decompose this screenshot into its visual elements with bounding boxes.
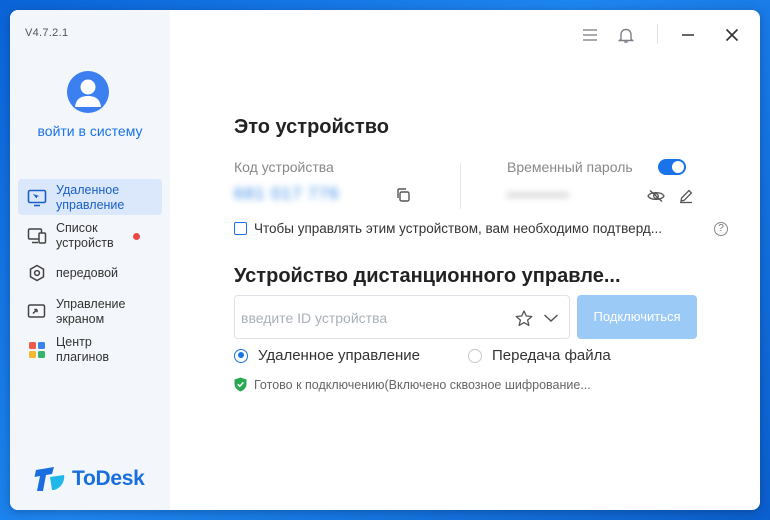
sidebar: V4.7.2.1 войти в систему Удаленное управ… xyxy=(10,10,170,510)
radio-label: Удаленное управление xyxy=(258,347,420,364)
login-link[interactable]: войти в систему xyxy=(10,123,170,139)
brand-name: ToDesk xyxy=(72,467,145,490)
temp-password-label: Временный пароль xyxy=(507,159,633,175)
menu-icon[interactable] xyxy=(580,25,600,45)
topbar-divider xyxy=(657,24,658,44)
remote-desktop-icon xyxy=(26,187,48,209)
star-icon[interactable] xyxy=(515,309,533,327)
sidebar-item-plugin-center[interactable]: Центр плагинов xyxy=(18,331,162,367)
todesk-logo: ToDesk xyxy=(34,466,145,492)
device-list-icon xyxy=(26,225,48,247)
sidebar-item-device-list[interactable]: Список устройств xyxy=(18,217,162,253)
sidebar-item-label: Удаленное управление xyxy=(56,183,125,212)
screen-control-icon xyxy=(26,301,48,323)
copy-icon[interactable] xyxy=(394,186,412,204)
minimize-icon[interactable] xyxy=(678,25,698,45)
this-device-title: Это устройство xyxy=(234,116,389,138)
sidebar-item-label: передовой xyxy=(56,265,119,280)
mode-option-remote-control[interactable]: Удаленное управление xyxy=(234,347,420,364)
eye-slash-icon[interactable] xyxy=(647,187,665,205)
sidebar-item-label: Управление экраном xyxy=(56,297,126,326)
connection-status: Готово к подключению(Включено сквозное ш… xyxy=(234,377,591,392)
notification-dot xyxy=(133,233,140,240)
radio-file-transfer[interactable] xyxy=(468,348,482,363)
confirm-checkbox[interactable] xyxy=(234,222,247,235)
version-label: V4.7.2.1 xyxy=(25,27,69,39)
device-code-label: Код устройства xyxy=(234,159,334,175)
confirm-checkbox-label: Чтобы управлять этим устройством, вам не… xyxy=(254,221,663,236)
close-icon[interactable] xyxy=(722,25,742,45)
confirm-row: Чтобы управлять этим устройством, вам не… xyxy=(234,221,704,236)
device-code-value: 681 017 776 xyxy=(234,184,340,203)
section-divider xyxy=(460,163,461,209)
radio-label: Передача файла xyxy=(492,347,611,364)
plugin-grid-icon xyxy=(26,339,48,361)
sidebar-item-remote-control[interactable]: Удаленное управление xyxy=(18,179,162,215)
avatar[interactable] xyxy=(67,71,109,113)
remote-device-title: Устройство дистанционного управле... xyxy=(234,265,621,287)
help-icon[interactable]: ? xyxy=(714,222,728,236)
todesk-logo-icon xyxy=(34,467,65,491)
sidebar-item-advanced[interactable]: передовой xyxy=(18,255,162,291)
radio-remote-control[interactable] xyxy=(234,348,248,363)
sidebar-item-screen-control[interactable]: Управление экраном xyxy=(18,293,162,329)
shield-check-icon xyxy=(234,377,247,392)
temp-password-value: •••••••••• xyxy=(507,187,570,204)
connect-button[interactable]: Подключиться xyxy=(577,295,697,339)
temp-password-toggle[interactable] xyxy=(658,159,686,175)
device-id-input[interactable] xyxy=(241,306,501,330)
device-id-field xyxy=(234,295,570,339)
edit-pencil-icon[interactable] xyxy=(677,187,695,205)
bell-icon[interactable] xyxy=(616,25,636,45)
chevron-down-icon[interactable] xyxy=(542,309,560,327)
app-window: V4.7.2.1 войти в систему Удаленное управ… xyxy=(10,10,760,510)
status-text: Готово к подключению(Включено сквозное ш… xyxy=(254,377,591,392)
sidebar-item-label: Центр плагинов xyxy=(56,335,110,364)
sidebar-nav: Удаленное управление Список устройств пе… xyxy=(18,179,162,369)
user-icon xyxy=(75,79,101,107)
advanced-hex-icon xyxy=(26,262,48,284)
mode-option-file-transfer[interactable]: Передача файла xyxy=(468,347,611,364)
